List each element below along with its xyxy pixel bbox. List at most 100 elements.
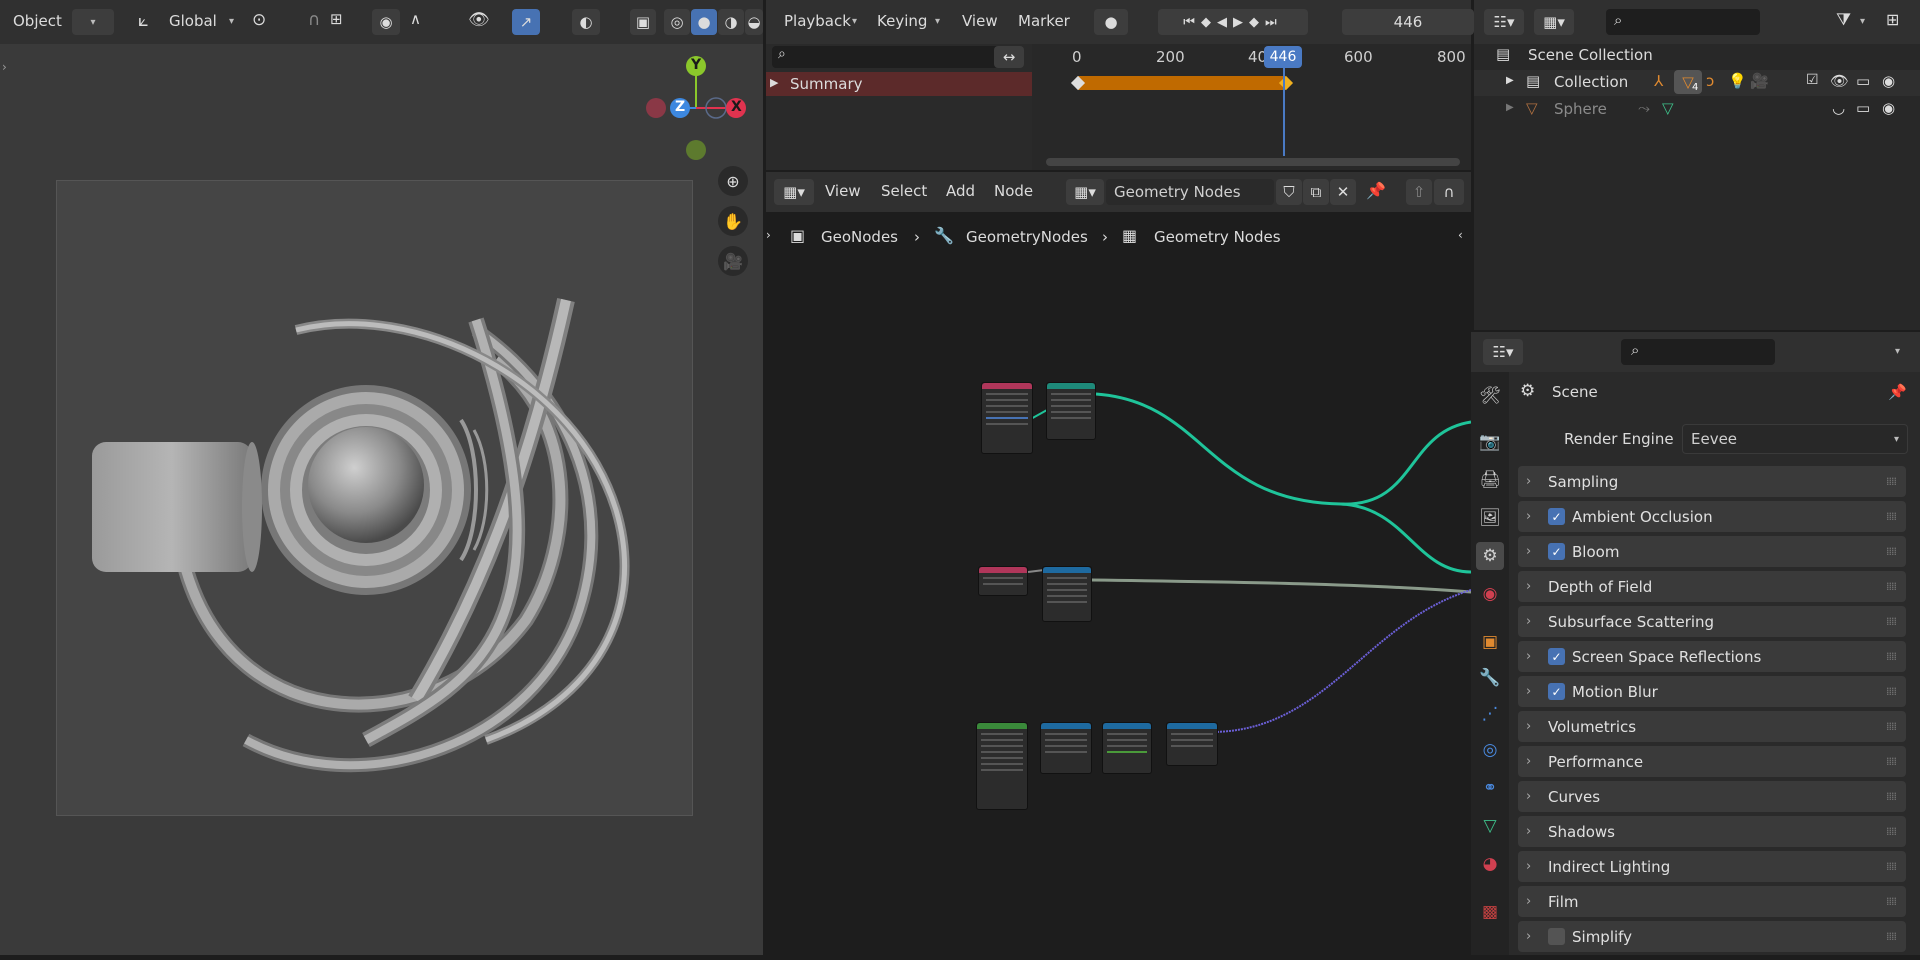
exclude-checkbox-icon[interactable]: ☑	[1806, 72, 1819, 88]
drag-handle-icon[interactable]: ⁞⁞⁞⁞	[1886, 790, 1897, 803]
math-add-node[interactable]	[1042, 566, 1092, 622]
drag-handle-icon[interactable]: ⁞⁞⁞⁞	[1886, 825, 1897, 838]
expand-arrow-icon[interactable]: ▶	[770, 76, 778, 89]
view-layer-tab-icon[interactable]: 🖼	[1476, 504, 1504, 532]
camera-icon[interactable]: 🎥	[718, 246, 748, 276]
falloff-icon[interactable]: ∧	[410, 10, 421, 28]
solid-shading-icon[interactable]: ●	[691, 9, 717, 35]
visibility-icon[interactable]: 👁	[468, 10, 490, 30]
map-range-node[interactable]	[1040, 722, 1092, 774]
timeline-scrollbar[interactable]	[1046, 158, 1460, 166]
panel-indirect-lighting[interactable]: › Indirect Lighting ⁞⁞⁞⁞	[1518, 851, 1906, 882]
3d-viewport[interactable]: Object ▾ ⟀ Global ▾ ⊙ ∩ ⊞ ◉ ∧ 👁 ↗ ◐ ▣ ◎ …	[0, 0, 763, 955]
mode-selector[interactable]: Object	[13, 12, 62, 30]
object-info-node[interactable]	[981, 382, 1033, 454]
snap-target-icon[interactable]: ⊞	[330, 10, 343, 28]
panel-film[interactable]: › Film ⁞⁞⁞⁞	[1518, 886, 1906, 917]
tool-tab-icon[interactable]: 🛠	[1476, 382, 1504, 410]
scene-time-node[interactable]	[978, 566, 1028, 596]
playback-controls[interactable]: ⏮◆◀▶◆⏭	[1158, 9, 1308, 35]
physics-tab-icon[interactable]: ◎	[1476, 736, 1504, 764]
drag-handle-icon[interactable]: ⁞⁞⁞⁞	[1886, 545, 1897, 558]
render-engine-value[interactable]: Eevee	[1691, 430, 1737, 448]
panel-subsurface-scattering[interactable]: › Subsurface Scattering ⁞⁞⁞⁞	[1518, 606, 1906, 637]
scene-collection-label[interactable]: Scene Collection	[1528, 46, 1653, 64]
drag-handle-icon[interactable]: ⁞⁞⁞⁞	[1886, 510, 1897, 523]
scene-tab-icon[interactable]: ⚙	[1476, 542, 1504, 570]
output-tab-icon[interactable]: 🖨	[1476, 466, 1504, 494]
node-editor[interactable]: ▦▾ View Select Add Node ▦▾ Geometry Node…	[766, 172, 1471, 955]
rendered-shading-icon[interactable]: ◒	[745, 9, 763, 35]
panel-enable-checkbox[interactable]: ✓	[1548, 543, 1565, 560]
particles-tab-icon[interactable]: ⋰	[1476, 700, 1504, 728]
gizmo-toggle-icon[interactable]: ↗	[512, 9, 540, 35]
monitor-icon[interactable]: ▭	[1856, 99, 1870, 117]
marker-menu[interactable]: Marker	[1018, 12, 1070, 30]
proportional-edit-icon[interactable]: ◉	[372, 9, 400, 35]
panel-simplify[interactable]: › Simplify ⁞⁞⁞⁞	[1518, 921, 1906, 952]
drag-handle-icon[interactable]: ⁞⁞⁞⁞	[1886, 475, 1897, 488]
expand-arrow-icon[interactable]: ▶	[1506, 102, 1514, 113]
world-tab-icon[interactable]: ◉	[1476, 580, 1504, 608]
pin-icon[interactable]: 📌	[1888, 383, 1907, 401]
pivot-icon[interactable]: ⊙	[252, 10, 266, 30]
collection-label[interactable]: Collection	[1554, 73, 1628, 91]
constraints-tab-icon[interactable]: ⚭	[1476, 774, 1504, 802]
keyframe-range-bar[interactable]	[1078, 76, 1286, 90]
drag-handle-icon[interactable]: ⁞⁞⁞⁞	[1886, 720, 1897, 733]
expand-arrow-icon[interactable]: ▶	[1506, 75, 1514, 86]
modifier-tab-icon[interactable]: 🔧	[1476, 664, 1504, 692]
xray-icon[interactable]: ▣	[630, 9, 656, 35]
panel-motion-blur[interactable]: › ✓ Motion Blur ⁞⁞⁞⁞	[1518, 676, 1906, 707]
zoom-icon[interactable]: ⊕	[718, 166, 748, 196]
combine-xyz-node[interactable]	[1166, 722, 1218, 766]
transport-icons[interactable]: ⏮◆◀▶◆⏭	[1183, 15, 1282, 30]
object-tab-icon[interactable]: ▣	[1476, 628, 1504, 656]
record-icon[interactable]: ●	[1094, 9, 1128, 35]
render-camera-icon[interactable]: ◉	[1882, 99, 1895, 117]
sphere-object-label[interactable]: Sphere	[1554, 100, 1607, 118]
panel-bloom[interactable]: › ✓ Bloom ⁞⁞⁞⁞	[1518, 536, 1906, 567]
current-frame-value[interactable]: 446	[1394, 13, 1423, 31]
playback-menu[interactable]: Playback	[784, 12, 851, 30]
transform-orientation-dropdown[interactable]: Global	[169, 12, 217, 30]
drag-handle-icon[interactable]: ⁞⁞⁞⁞	[1886, 615, 1897, 628]
material-tab-icon[interactable]: ◕	[1476, 850, 1504, 878]
material-shading-icon[interactable]: ◑	[718, 9, 744, 35]
panel-ambient-occlusion[interactable]: › ✓ Ambient Occlusion ⁞⁞⁞⁞	[1518, 501, 1906, 532]
drag-handle-icon[interactable]: ⁞⁞⁞⁞	[1886, 650, 1897, 663]
panel-volumetrics[interactable]: › Volumetrics ⁞⁞⁞⁞	[1518, 711, 1906, 742]
editor-type-icon[interactable]: ☷▾	[1484, 9, 1524, 35]
new-collection-icon[interactable]: ⊞	[1886, 10, 1899, 29]
drag-handle-icon[interactable]: ⁞⁞⁞⁞	[1886, 895, 1897, 908]
toolbar-expand-icon[interactable]: ›	[2, 60, 7, 74]
current-frame-field[interactable]: 446	[1342, 9, 1474, 35]
panel-sampling[interactable]: › Sampling ⁞⁞⁞⁞	[1518, 466, 1906, 497]
panel-depth-of-field[interactable]: › Depth of Field ⁞⁞⁞⁞	[1518, 571, 1906, 602]
drag-handle-icon[interactable]: ⁞⁞⁞⁞	[1886, 930, 1897, 943]
panel-enable-checkbox[interactable]: ✓	[1548, 508, 1565, 525]
swap-icon[interactable]: ↔	[994, 46, 1024, 68]
overlay-icon[interactable]: ◐	[572, 9, 600, 35]
editor-type-icon[interactable]: ☷▾	[1483, 339, 1523, 365]
render-engine-dropdown[interactable]: Eevee ▾	[1682, 424, 1908, 454]
keying-menu[interactable]: Keying	[877, 12, 927, 30]
panel-enable-checkbox[interactable]	[1548, 928, 1565, 945]
drag-handle-icon[interactable]: ⁞⁞⁞⁞	[1886, 755, 1897, 768]
hide-icon[interactable]: ◡	[1832, 99, 1845, 117]
panel-enable-checkbox[interactable]: ✓	[1548, 648, 1565, 665]
channel-search[interactable]	[772, 46, 1016, 68]
monitor-icon[interactable]: ▭	[1856, 72, 1870, 90]
data-tab-icon[interactable]: ▽	[1476, 812, 1504, 840]
drag-handle-icon[interactable]: ⁞⁞⁞⁞	[1886, 860, 1897, 873]
render-camera-icon[interactable]: ◉	[1882, 72, 1895, 90]
outliner-search[interactable]	[1606, 9, 1760, 35]
playhead-label[interactable]: 446	[1264, 46, 1302, 68]
texture-tab-icon[interactable]: ▩	[1476, 898, 1504, 926]
eye-icon[interactable]: 👁	[1830, 72, 1849, 90]
wireframe-shading-icon[interactable]: ◎	[664, 9, 690, 35]
drag-handle-icon[interactable]: ⁞⁞⁞⁞	[1886, 580, 1897, 593]
filter-icon[interactable]: ⧩	[1836, 10, 1851, 30]
snap-icon[interactable]: ∩	[308, 10, 320, 30]
view-menu[interactable]: View	[962, 12, 998, 30]
